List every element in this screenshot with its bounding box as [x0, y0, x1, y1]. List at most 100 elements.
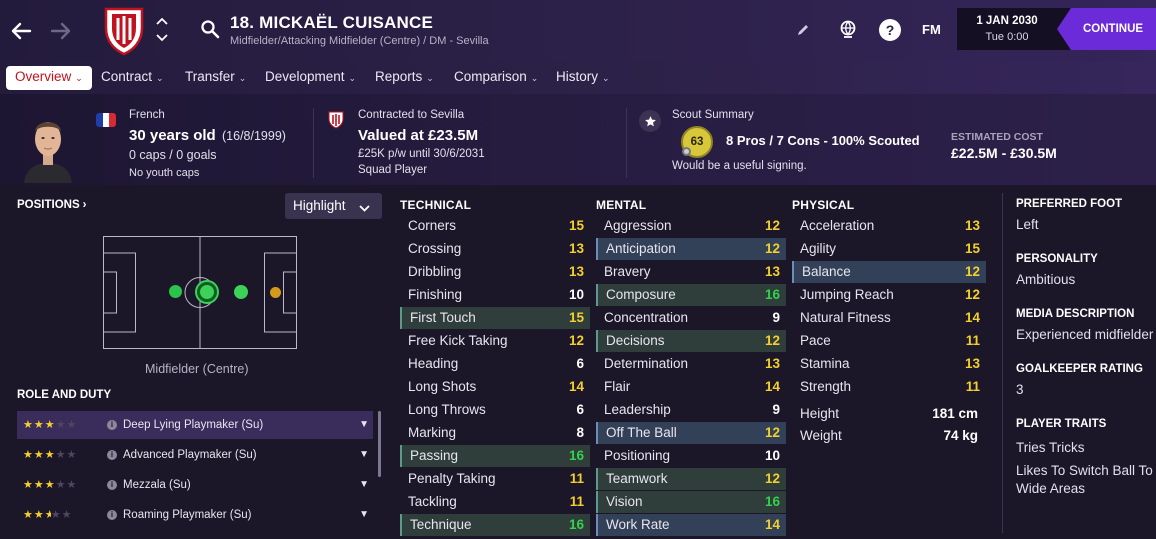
tab-development[interactable]: Development ⌄ — [261, 67, 360, 91]
physical-attr-row[interactable]: Natural Fitness 14 — [792, 307, 986, 329]
caps: 0 caps / 0 goals — [129, 148, 217, 162]
tab-overview[interactable]: Overview ⌄ — [6, 66, 92, 90]
info-icon[interactable]: i — [107, 510, 117, 520]
physical-attr-row[interactable]: Balance 12 — [792, 261, 986, 283]
attr-value: 13 — [568, 241, 584, 256]
attr-name: Teamwork — [606, 471, 668, 486]
mental-attr-row[interactable]: Work Rate 14 — [596, 514, 786, 536]
technical-attr-row[interactable]: Crossing 13 — [400, 238, 590, 260]
chevron-down-icon[interactable]: ▼ — [359, 471, 369, 499]
mental-attr-row[interactable]: Aggression 12 — [596, 215, 786, 237]
attr-value: 10 — [764, 448, 780, 463]
tab-reports[interactable]: Reports ⌄ — [371, 67, 438, 91]
technical-attr-row[interactable]: Heading 6 — [400, 353, 590, 375]
role-row[interactable]: ★★★★★ i Deep Lying Playmaker (Su) ▼ — [17, 411, 373, 439]
technical-attr-row[interactable]: Corners 15 — [400, 215, 590, 237]
globe-icon[interactable] — [838, 19, 858, 39]
mental-attr-row[interactable]: Bravery 13 — [596, 261, 786, 283]
club-crest-icon[interactable] — [103, 6, 145, 56]
info-icon[interactable]: i — [107, 420, 117, 430]
current-date: 1 JAN 2030 — [976, 15, 1038, 27]
chevron-down-icon[interactable]: ▼ — [359, 501, 369, 529]
attr-name: Free Kick Taking — [408, 333, 508, 348]
physical-attr-row[interactable]: Stamina 13 — [792, 353, 986, 375]
continue-button[interactable]: CONTINUE — [1057, 8, 1156, 50]
technical-attr-row[interactable]: Tackling 11 — [400, 491, 590, 513]
role-row[interactable]: ★★★★★ i Roaming Playmaker (Su) ▼ — [17, 501, 373, 529]
mental-attr-row[interactable]: Decisions 12 — [596, 330, 786, 352]
role-row[interactable]: ★★★★★ i Advanced Playmaker (Su) ▼ — [17, 441, 373, 469]
physical-attr-row[interactable]: Jumping Reach 12 — [792, 284, 986, 306]
info-icon[interactable]: i — [107, 480, 117, 490]
mental-attr-row[interactable]: Vision 16 — [596, 491, 786, 513]
scout-summary-label[interactable]: Scout Summary — [672, 109, 754, 121]
physical-attr-row[interactable]: Agility 15 — [792, 238, 986, 260]
positions-title[interactable]: POSITIONS › — [17, 199, 86, 211]
mental-attr-row[interactable]: Concentration 9 — [596, 307, 786, 329]
player-trait[interactable]: Likes To Switch Ball To Wide Areas — [1016, 462, 1154, 498]
physical-attr-row[interactable]: Pace 11 — [792, 330, 986, 352]
attr-name: Acceleration — [800, 218, 875, 233]
attr-value: 6 — [576, 402, 584, 417]
search-icon[interactable] — [199, 18, 221, 40]
mental-attr-row[interactable]: Composure 16 — [596, 284, 786, 306]
attr-name: Passing — [410, 448, 459, 463]
mental-attr-row[interactable]: Teamwork 12 — [596, 468, 786, 490]
position-dot-amc — [234, 285, 248, 299]
technical-attr-row[interactable]: Long Throws 6 — [400, 399, 590, 421]
tab-contract[interactable]: Contract ⌄ — [97, 67, 168, 91]
technical-attr-row[interactable]: Finishing 10 — [400, 284, 590, 306]
chevron-down-icon[interactable]: ▼ — [359, 441, 369, 469]
technical-attr-row[interactable]: Marking 8 — [400, 422, 590, 444]
help-icon[interactable]: ? — [879, 19, 901, 41]
back-arrow-icon[interactable] — [8, 18, 34, 44]
player-subtitle: Midfielder/Attacking Midfielder (Centre)… — [230, 35, 489, 47]
physical-attr-row[interactable]: Strength 11 — [792, 376, 986, 398]
attr-value: 11 — [569, 471, 584, 486]
attr-name: Jumping Reach — [800, 287, 894, 302]
mental-attr-row[interactable]: Flair 14 — [596, 376, 786, 398]
player-avatar[interactable] — [24, 107, 72, 183]
mental-attr-row[interactable]: Anticipation 12 — [596, 238, 786, 260]
technical-attr-row[interactable]: Penalty Taking 11 — [400, 468, 590, 490]
roles-scrollbar[interactable] — [378, 411, 381, 477]
tab-overview-label: Overview — [15, 69, 72, 84]
role-name: Mezzala (Su) — [123, 479, 191, 491]
attr-value: 12 — [964, 287, 980, 302]
role-row[interactable]: ★★★★★ i Mezzala (Su) ▼ — [17, 471, 373, 499]
forward-arrow-icon[interactable] — [48, 18, 74, 44]
physical-title: PHYSICAL — [792, 198, 855, 212]
attr-name: Long Shots — [408, 379, 477, 394]
technical-attr-row[interactable]: First Touch 15 — [400, 307, 590, 329]
tab-comparison[interactable]: Comparison ⌄ — [450, 67, 542, 91]
pencil-icon[interactable] — [795, 22, 811, 38]
info-icon[interactable]: i — [107, 450, 117, 460]
tab-transfer[interactable]: Transfer ⌄ — [181, 67, 250, 91]
mental-attr-row[interactable]: Positioning 10 — [596, 445, 786, 467]
fm-menu-button[interactable]: FM — [922, 22, 941, 37]
attr-value: 12 — [964, 264, 980, 279]
chevron-down-icon[interactable] — [155, 32, 169, 44]
physical-attr-row[interactable]: Acceleration 13 — [792, 215, 986, 237]
technical-attr-row[interactable]: Free Kick Taking 12 — [400, 330, 590, 352]
technical-attr-row[interactable]: Passing 16 — [400, 445, 590, 467]
technical-attr-row[interactable]: Technique 16 — [400, 514, 590, 536]
weight-label: Weight — [800, 428, 842, 443]
mental-title: MENTAL — [596, 198, 647, 212]
contract-label[interactable]: Contracted to Sevilla — [358, 109, 464, 121]
attr-name: Tackling — [408, 494, 457, 509]
tab-history[interactable]: History ⌄ — [552, 67, 614, 91]
mental-attr-row[interactable]: Off The Ball 12 — [596, 422, 786, 444]
chevron-up-icon[interactable] — [155, 15, 169, 27]
technical-attr-row[interactable]: Long Shots 14 — [400, 376, 590, 398]
mental-attr-row[interactable]: Determination 13 — [596, 353, 786, 375]
position-dot-st — [270, 287, 281, 298]
chevron-down-icon[interactable]: ▼ — [359, 411, 369, 439]
position-name: Midfielder (Centre) — [145, 362, 249, 376]
technical-attr-row[interactable]: Dribbling 13 — [400, 261, 590, 283]
attr-value: 13 — [964, 218, 980, 233]
mental-attr-row[interactable]: Leadership 9 — [596, 399, 786, 421]
attr-value: 12 — [764, 425, 780, 440]
player-trait[interactable]: Tries Tricks — [1016, 440, 1085, 455]
highlight-dropdown[interactable]: Highlight — [285, 193, 382, 219]
